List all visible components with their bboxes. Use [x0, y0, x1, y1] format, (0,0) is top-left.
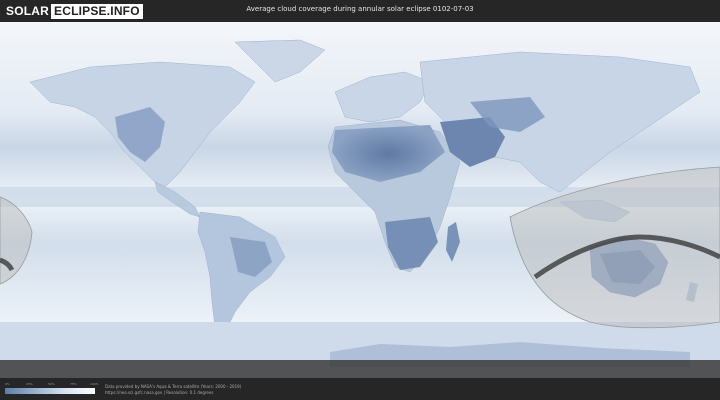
cloud-coverage-legend-bar: [5, 388, 95, 394]
footer-bar: 0% 25% 50% 75% 100% Data provided by NAS…: [0, 378, 720, 400]
legend-tick: 25%: [26, 382, 33, 386]
page-title: Average cloud coverage during annular so…: [246, 5, 474, 13]
legend-tick: 75%: [70, 382, 77, 386]
legend-tick: 0%: [5, 382, 10, 386]
header-bar: SOLAR ECLIPSE.INFO Average cloud coverag…: [0, 0, 720, 22]
data-credit: Data provided by NASA's Aqua & Terra sat…: [105, 384, 241, 396]
cloud-coverage-map: [0, 22, 720, 378]
map-bottom-shadow: [0, 360, 720, 378]
credit-line-2[interactable]: https://neo.sci.gsfc.nasa.gov | Resoluti…: [105, 390, 241, 396]
legend-tick: 50%: [48, 382, 55, 386]
legend-tick: 100%: [90, 382, 99, 386]
